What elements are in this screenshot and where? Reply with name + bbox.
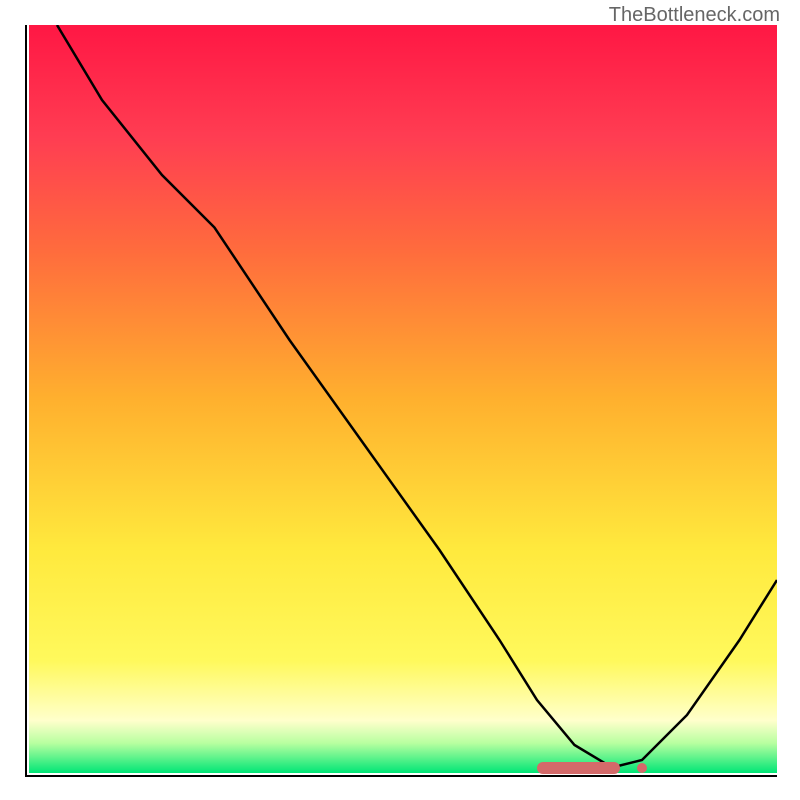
- chart-plot-area: [25, 25, 777, 777]
- optimal-range-marker: [537, 762, 620, 774]
- watermark-text: TheBottleneck.com: [609, 4, 780, 27]
- bottleneck-curve: [27, 25, 777, 775]
- optimal-point-marker: [637, 763, 647, 773]
